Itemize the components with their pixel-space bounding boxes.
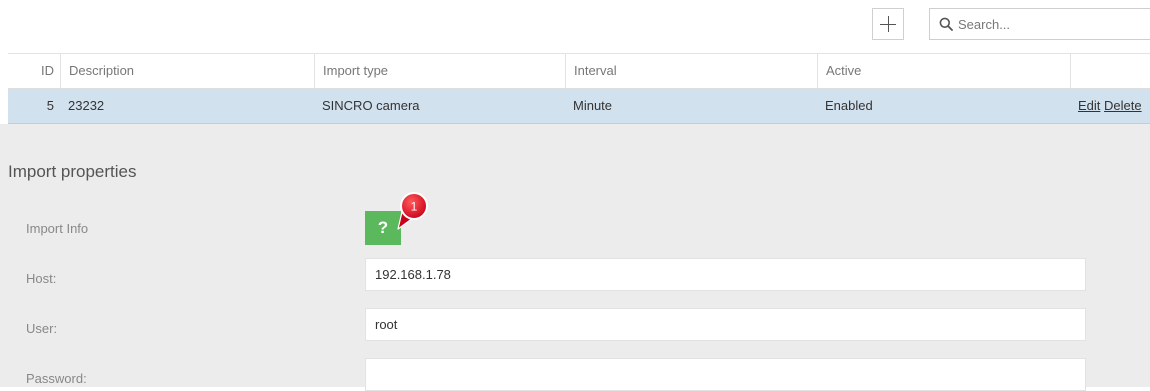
edit-link[interactable]: Edit: [1078, 98, 1100, 113]
table-row[interactable]: 5 23232 SINCRO camera Minute Enabled Edi…: [8, 89, 1150, 124]
user-label: User:: [26, 321, 58, 336]
column-header-description[interactable]: Description: [60, 54, 314, 88]
password-label: Password:: [26, 371, 87, 386]
delete-link[interactable]: Delete: [1104, 98, 1142, 113]
password-input[interactable]: [366, 359, 1085, 390]
toolbar: [0, 0, 1150, 52]
user-input[interactable]: [366, 309, 1085, 340]
column-header-actions: [1070, 54, 1150, 88]
host-field-wrapper: [365, 258, 1086, 291]
add-button[interactable]: [872, 8, 904, 40]
question-icon: ?: [377, 218, 389, 237]
cell-import-type: SINCRO camera: [322, 98, 420, 113]
grid-header-row: ID Description Import type Interval Acti…: [8, 54, 1150, 89]
panel-title: Import properties: [8, 162, 137, 181]
cell-id: 5: [46, 98, 54, 113]
import-info-label: Import Info: [26, 221, 89, 236]
cell-actions: Edit Delete: [1070, 89, 1150, 123]
column-header-active[interactable]: Active: [817, 54, 1070, 88]
user-field-wrapper: [365, 308, 1086, 341]
import-properties-panel: Import properties Import Info ? 1 Host: …: [0, 124, 1150, 391]
host-label: Host:: [26, 271, 57, 286]
search-icon: [939, 17, 953, 31]
password-field-wrapper: [365, 358, 1086, 391]
search-input[interactable]: [958, 13, 1143, 35]
search-box[interactable]: [929, 8, 1150, 40]
cell-active: Enabled: [825, 98, 873, 113]
column-header-interval[interactable]: Interval: [565, 54, 817, 88]
column-header-import-type[interactable]: Import type: [314, 54, 565, 88]
imports-grid: ID Description Import type Interval Acti…: [8, 53, 1150, 124]
host-input[interactable]: [366, 259, 1085, 290]
cell-description: 23232: [68, 98, 105, 113]
cell-interval: Minute: [573, 98, 613, 113]
badge-count: 1: [411, 200, 418, 214]
column-header-id[interactable]: ID: [8, 54, 60, 88]
notification-badge: 1: [397, 192, 428, 230]
